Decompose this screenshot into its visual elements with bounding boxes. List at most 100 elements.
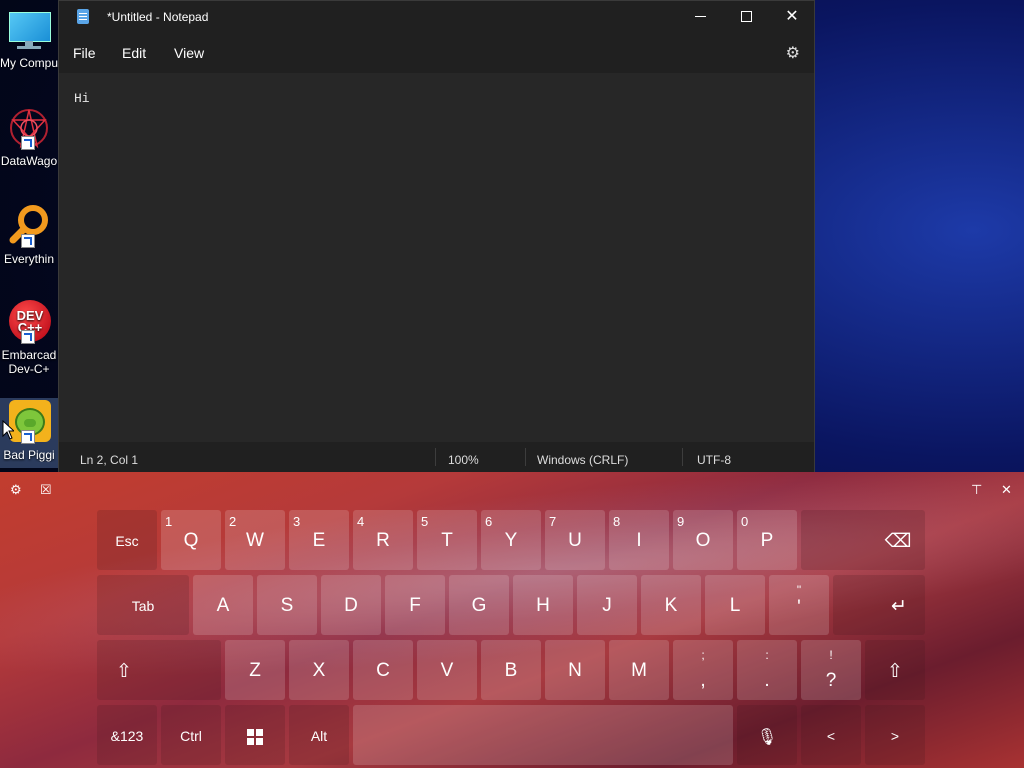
key-label: G — [471, 595, 487, 616]
keyboard-dock-icon[interactable]: ⊤ — [971, 482, 982, 498]
maximize-button[interactable] — [723, 1, 769, 33]
key-h[interactable]: H — [513, 575, 573, 635]
key-label: . — [764, 670, 770, 691]
key-number: 6 — [485, 514, 493, 529]
key-l[interactable]: L — [705, 575, 765, 635]
menu-edit[interactable]: Edit — [122, 45, 146, 61]
key-o[interactable]: 9O — [673, 510, 733, 570]
desktop-icon-datawagon[interactable]: DataWago — [0, 106, 58, 168]
close-button[interactable]: ✕ — [769, 1, 815, 33]
desktop-icon-devcpp[interactable]: DEV C++ Embarcad Dev-C+ — [0, 300, 58, 376]
enter-icon: ↵ — [891, 596, 907, 617]
key-m[interactable]: M — [609, 640, 669, 700]
key-u[interactable]: 7U — [545, 510, 605, 570]
text-editor[interactable]: Hi — [59, 73, 814, 441]
key-i[interactable]: 8I — [609, 510, 669, 570]
touch-keyboard: ⚙ ☒ ⊤ ✕ Esc 1Q 2W 3E 4R 5T 6Y 7U 8I 9O 0… — [0, 472, 1024, 768]
menu-file[interactable]: File — [73, 45, 96, 61]
shortcut-arrow-icon — [21, 136, 35, 150]
keyboard-settings-gear-icon[interactable]: ⚙ — [10, 482, 22, 498]
key-number: 8 — [613, 514, 621, 529]
key-j[interactable]: J — [577, 575, 637, 635]
keyboard-close-icon[interactable]: ✕ — [1001, 482, 1012, 498]
key-b[interactable]: B — [481, 640, 541, 700]
status-bar: Ln 2, Col 1 100% Windows (CRLF) UTF-8 — [59, 442, 814, 472]
key-label: X — [312, 660, 326, 681]
key-label: K — [664, 595, 678, 616]
key-tab[interactable]: Tab — [97, 575, 189, 635]
desktop-icon-label: DataWago — [0, 154, 58, 168]
key-label: O — [695, 530, 711, 551]
minimize-icon — [694, 16, 706, 18]
key-q[interactable]: 1Q — [161, 510, 221, 570]
key-question[interactable]: !? — [801, 640, 861, 700]
key-period[interactable]: :. — [737, 640, 797, 700]
key-g[interactable]: G — [449, 575, 509, 635]
key-label: Ctrl — [180, 728, 202, 744]
key-label: P — [760, 530, 774, 551]
desktop-icon-everything[interactable]: Everythin — [0, 204, 58, 266]
shortcut-arrow-icon — [21, 234, 35, 248]
key-number: 3 — [293, 514, 301, 529]
desktop-icon-label: Bad Piggi — [3, 448, 55, 462]
key-number: 7 — [549, 514, 557, 529]
title-bar[interactable]: *Untitled - Notepad ✕ — [59, 1, 814, 33]
key-ctrl[interactable]: Ctrl — [161, 705, 221, 765]
key-label: M — [631, 660, 647, 681]
key-a[interactable]: A — [193, 575, 253, 635]
key-space[interactable] — [353, 705, 733, 765]
key-number: 9 — [677, 514, 685, 529]
key-y[interactable]: 6Y — [481, 510, 541, 570]
key-c[interactable]: C — [353, 640, 413, 700]
monitor-icon — [7, 8, 51, 52]
key-label: Esc — [115, 533, 139, 549]
menu-bar: File Edit View ⚙ — [59, 33, 814, 73]
desktop-icon-my-computer[interactable]: My Compu — [0, 8, 58, 70]
key-shift-label: ! — [829, 648, 833, 662]
key-v[interactable]: V — [417, 640, 477, 700]
key-label: L — [729, 595, 741, 616]
key-p[interactable]: 0P — [737, 510, 797, 570]
key-f[interactable]: F — [385, 575, 445, 635]
key-r[interactable]: 4R — [353, 510, 413, 570]
key-dictation[interactable]: 🎙 — [737, 705, 797, 765]
key-shift-label: : — [765, 648, 769, 662]
key-x[interactable]: X — [289, 640, 349, 700]
key-n[interactable]: N — [545, 640, 605, 700]
minimize-button[interactable] — [677, 1, 723, 33]
key-shift-left[interactable]: ⇧ — [97, 640, 221, 700]
key-e[interactable]: 3E — [289, 510, 349, 570]
shortcut-arrow-icon — [21, 430, 35, 444]
key-label: U — [568, 530, 582, 551]
key-backspace[interactable]: ⌫ — [801, 510, 925, 570]
key-d[interactable]: D — [321, 575, 381, 635]
key-shift-right[interactable]: ⇧ — [865, 640, 925, 700]
settings-gear-icon[interactable]: ⚙ — [786, 43, 800, 63]
key-enter[interactable]: ↵ — [833, 575, 925, 635]
key-label: , — [700, 670, 706, 691]
key-windows[interactable] — [225, 705, 285, 765]
status-divider — [525, 448, 526, 466]
status-line-ending: Windows (CRLF) — [537, 453, 629, 467]
menu-view[interactable]: View — [174, 45, 204, 61]
key-alt[interactable]: Alt — [289, 705, 349, 765]
key-z[interactable]: Z — [225, 640, 285, 700]
editor-content: Hi — [74, 91, 90, 106]
notepad-window[interactable]: *Untitled - Notepad ✕ File Edit View ⚙ H… — [58, 0, 815, 472]
key-label: C — [376, 660, 390, 681]
key-left-arrow[interactable]: < — [801, 705, 861, 765]
key-k[interactable]: K — [641, 575, 701, 635]
key-symbols[interactable]: &123 — [97, 705, 157, 765]
key-t[interactable]: 5T — [417, 510, 477, 570]
key-esc[interactable]: Esc — [97, 510, 157, 570]
keyboard-emoji-icon[interactable]: ☒ — [40, 482, 52, 498]
key-right-arrow[interactable]: > — [865, 705, 925, 765]
key-comma[interactable]: ;, — [673, 640, 733, 700]
key-label: D — [344, 595, 358, 616]
key-label: N — [568, 660, 582, 681]
key-shift-label: ; — [701, 648, 705, 662]
key-w[interactable]: 2W — [225, 510, 285, 570]
key-s[interactable]: S — [257, 575, 317, 635]
key-quote[interactable]: " ' — [769, 575, 829, 635]
windows-logo-icon — [247, 729, 263, 745]
